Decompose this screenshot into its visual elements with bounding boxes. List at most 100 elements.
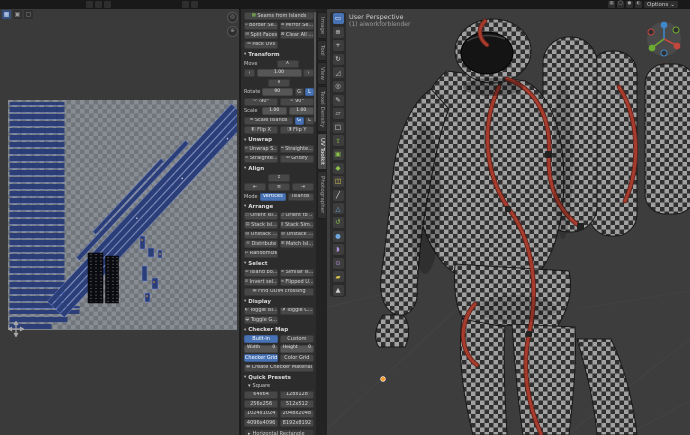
smooth-icon[interactable]: ● [333,231,344,242]
align-right-icon[interactable]: ⇥ [292,183,314,191]
checker-grid-toggle[interactable]: Checker Grid [244,354,278,362]
bevel-icon[interactable]: ◆ [333,163,344,174]
arrange-button[interactable]: ▥Stack Sim... [280,221,314,229]
align-mode-islands[interactable]: Islands [288,193,315,201]
checker-width-field[interactable]: Width 0 [244,345,278,353]
sidebar-tab[interactable]: UV Toolkit [317,133,326,170]
select-button[interactable]: ⇋Flipped U... [280,278,314,286]
preset-size-button[interactable]: 4096x4096 [244,419,278,427]
horizontal-rectangle-header[interactable]: ▸ Horizontal Rectangle [244,429,314,435]
display-button[interactable]: ◐Toggle Isl... [244,307,278,315]
preset-size-button[interactable]: 8192x8192 [280,419,314,427]
align-left-icon[interactable]: ⇤ [244,183,266,191]
options-dropdown[interactable]: Options ⌄ [644,1,678,8]
arrange-button[interactable]: ≡Distribute [244,240,278,248]
move-right-button[interactable]: › [303,69,314,77]
sidebar-tab[interactable]: Tool [317,40,326,61]
arrange-button[interactable]: ◳Orient Isl... [244,212,278,220]
align-top-button[interactable]: ↥ [268,174,290,182]
display-button[interactable]: ◑Toggle C... [280,307,314,315]
header-icon[interactable] [86,1,93,8]
cursor-icon[interactable]: ⊕ [333,27,344,38]
section-header-display[interactable]: ▾ Display [244,299,314,305]
add-cube-icon[interactable]: □ [333,122,344,133]
viewport-3d[interactable]: User Perspective (1) aiworkforblender ▭⊕… [327,9,690,435]
sidebar-tab[interactable]: View [317,62,326,85]
unwrap-button[interactable]: ⊞Gridify [280,155,314,163]
snap-icon[interactable]: ⊕ [227,26,238,37]
overlap-toggle-icon[interactable]: ▦ [608,1,615,8]
section-header-arrange[interactable]: ▾ Arrange [244,204,314,210]
sidebar-tab[interactable]: Texel Density [317,86,326,132]
uv-2d-gizmo[interactable] [8,321,24,341]
preset-size-button[interactable]: 2048x2048 [280,410,314,418]
rotate-global-toggle[interactable]: G [295,88,304,96]
unwrap-button[interactable]: ≡Straighte... [244,155,278,163]
pack-uvs-button[interactable]: ⊞ Pack UVs [244,41,278,49]
face-button[interactable]: ⊠Clear All ... [280,31,314,39]
section-header-unwrap[interactable]: ▾ Unwrap [244,137,314,143]
section-header-transform[interactable]: ▾ Transform [244,52,314,58]
checker-height-field[interactable]: Height 0 [280,345,314,353]
display-button[interactable]: ◒Toggle G... [244,316,278,324]
shading-wireframe-icon[interactable]: ◯ [617,1,624,8]
create-checker-material-button[interactable]: ▦ Create Checker Material [244,364,314,372]
rotate-cw-button[interactable]: ↻ 90° [280,98,314,106]
inset-faces-icon[interactable]: ▣ [333,149,344,160]
select-button[interactable]: ⊚Island bo... [244,269,278,277]
scale-local-toggle[interactable]: L [305,117,314,125]
scale-icon[interactable]: ◿ [333,67,344,78]
scale-y-field[interactable]: 1.00 [289,107,315,115]
seam-button[interactable]: ⊡Border Se... [244,22,278,30]
edge-slide-icon[interactable]: ◗ [333,244,344,255]
preset-size-button[interactable]: 512x512 [280,400,314,408]
sidebar-tab[interactable]: Photographer [317,171,326,218]
header-icon[interactable] [191,1,198,8]
unwrap-button[interactable]: ≈Unwrap S... [244,145,278,153]
shear-icon[interactable]: ▰ [333,271,344,282]
image-browse-icon[interactable]: ▣ [13,10,22,19]
navigation-gizmo[interactable] [644,19,684,63]
annotate-icon[interactable]: ✎ [333,95,344,106]
poly-build-icon[interactable]: △ [333,203,344,214]
arrange-button[interactable]: ⇄Randomize [244,250,278,258]
section-header-align[interactable]: ▾ Align [244,166,314,172]
square-subsection-header[interactable]: ▾ Square [248,383,314,389]
header-icon[interactable] [182,1,189,8]
move-up-button[interactable]: ∧ [277,60,299,68]
rip-region-icon[interactable]: ▲ [333,285,344,296]
checker-builtin-toggle[interactable]: Built-in [244,335,278,343]
preset-size-button[interactable]: 64x64 [244,391,278,399]
preset-size-button[interactable]: 1024x1024 [244,410,278,418]
rotate-local-toggle[interactable]: L [305,88,314,96]
spin-icon[interactable]: ↺ [333,217,344,228]
section-header-checker-map[interactable]: ▾ Checker Map [244,327,314,333]
move-value-field[interactable]: 1.00 [257,69,302,77]
arrange-button[interactable]: ▨Unstack ... [280,231,314,239]
proportional-edit-icon[interactable]: ◎ [227,12,238,23]
sidebar-tab[interactable]: Image [317,12,326,39]
flip-y-button[interactable]: ◨ Flip Y [280,126,314,134]
checker-custom-toggle[interactable]: Custom [280,335,314,343]
rotate-icon[interactable]: ↻ [333,54,344,65]
arrange-button[interactable]: ▤Stack Isl... [244,221,278,229]
rotate-ccw-button[interactable]: ↺ -90° [244,98,278,106]
preset-size-button[interactable]: 256x256 [244,400,278,408]
shrink-fatten-icon[interactable]: ⊙ [333,258,344,269]
preset-size-button[interactable]: 128x128 [280,391,314,399]
measure-icon[interactable]: ▱ [333,108,344,119]
header-icon[interactable] [95,1,102,8]
uv-canvas[interactable] [8,100,237,330]
select-box-icon[interactable]: ▭ [333,13,344,24]
header-icon[interactable] [104,1,111,8]
loop-cut-icon[interactable]: ◫ [333,176,344,187]
editor-type-icon[interactable]: ▦ [2,10,11,19]
rotate-value-field[interactable]: 90 [262,88,294,96]
move-down-button[interactable]: ∨ [268,79,290,87]
knife-icon[interactable]: ╱ [333,190,344,201]
select-button[interactable]: ⊘Invert sel... [244,278,278,286]
move-left-button[interactable]: ‹ [244,69,255,77]
section-header-quick-presets[interactable]: ▾ Quick Presets [244,375,314,381]
scale-islands-button[interactable]: ⊞ Scale Islands [244,117,293,125]
uv-editor[interactable]: ▦ ▣ ▢ ◎ ⊕ [0,9,239,435]
